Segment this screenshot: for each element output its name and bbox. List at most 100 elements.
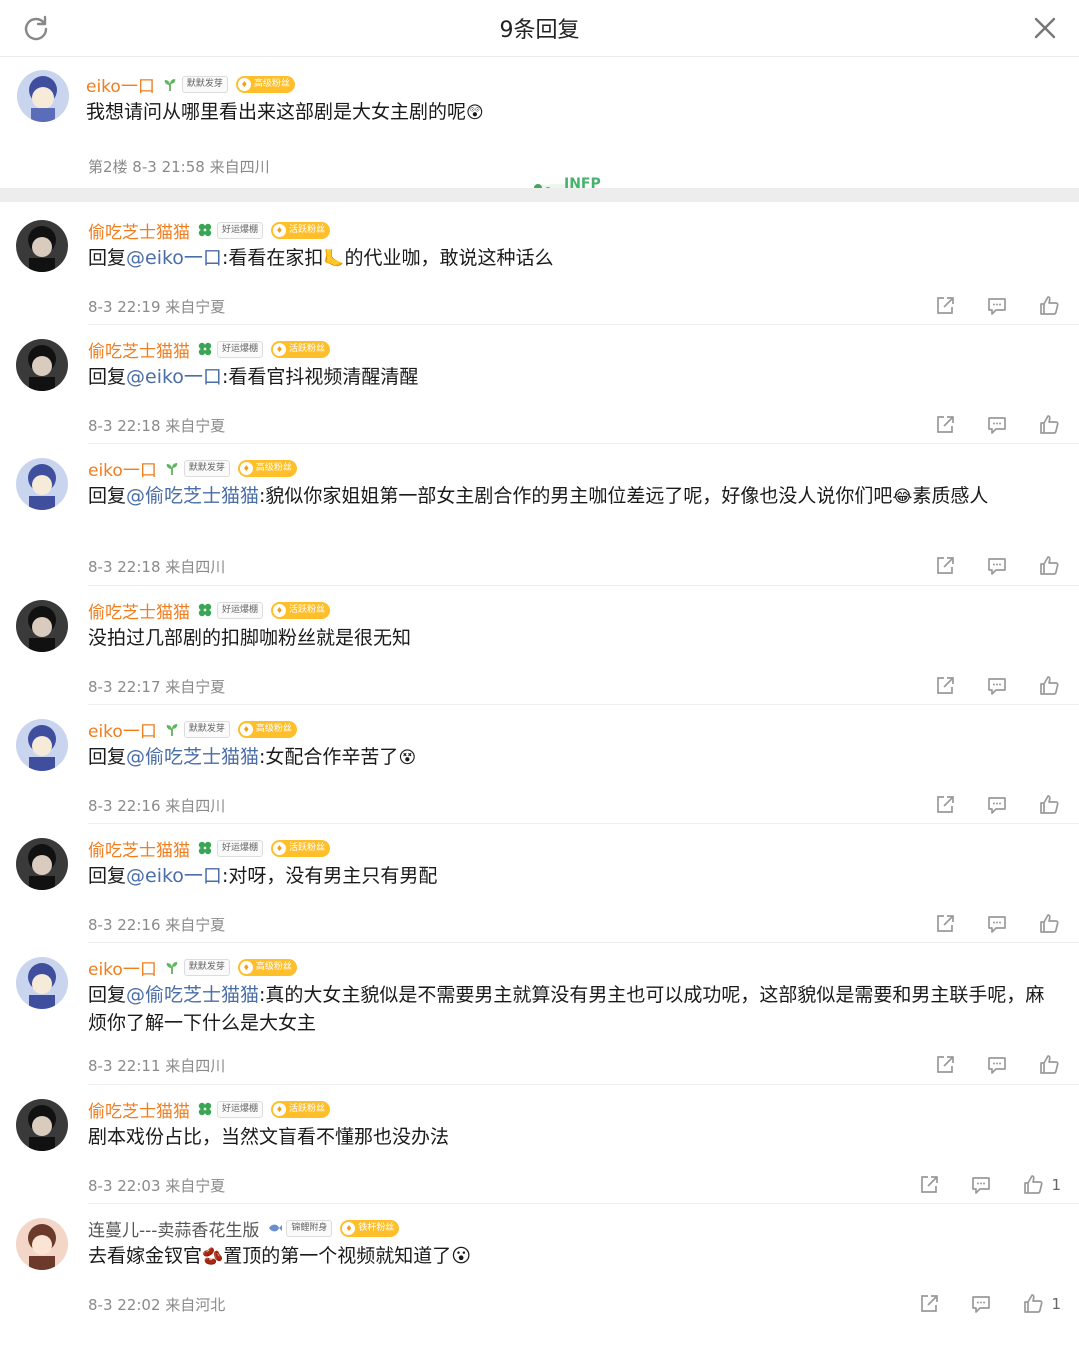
like-icon[interactable] bbox=[1037, 793, 1061, 817]
username[interactable]: 偷吃芝士猫猫 bbox=[88, 598, 190, 623]
fan-level-label: 活跃粉丝 bbox=[289, 604, 326, 615]
comment-icon[interactable] bbox=[985, 793, 1009, 817]
comment-meta: 8-3 22:16 来自宁夏 bbox=[88, 916, 226, 934]
mention-link[interactable]: @偷吃芝士猫猫 bbox=[126, 984, 259, 1006]
header-bar: 9条回复 bbox=[0, 0, 1079, 57]
avatar[interactable] bbox=[16, 1218, 68, 1270]
reply-prefix: 回复 bbox=[88, 366, 127, 388]
comment-actions bbox=[905, 674, 1061, 698]
close-icon[interactable] bbox=[1031, 14, 1059, 42]
comment-icon[interactable] bbox=[985, 674, 1009, 698]
comment-actions bbox=[905, 413, 1061, 437]
comment-meta: 8-3 22:17 来自宁夏 bbox=[88, 678, 226, 696]
like-icon[interactable] bbox=[1037, 674, 1061, 698]
username[interactable]: 偷吃芝士猫猫 bbox=[88, 836, 190, 861]
mention-link[interactable]: @eiko一口 bbox=[126, 247, 222, 269]
comment-icon[interactable] bbox=[969, 1173, 993, 1197]
reply-item: 连蔓儿---卖蒜香花生版 锦鲤附身 ♦ 铁杆粉丝 去看嫁金钗官🫘置顶的第一个视频就知道了… bbox=[0, 1204, 1079, 1323]
comment-meta: 8-3 22:03 来自宁夏 bbox=[88, 1177, 226, 1195]
sprout-icon bbox=[166, 962, 178, 974]
username[interactable]: 偷吃芝士猫猫 bbox=[88, 337, 190, 362]
comment-icon[interactable] bbox=[985, 912, 1009, 936]
comment-actions bbox=[905, 912, 1061, 936]
fan-level-badge: ♦ 活跃粉丝 bbox=[271, 221, 331, 239]
comment-meta: 8-3 22:18 来自四川 bbox=[88, 558, 226, 576]
share-icon[interactable] bbox=[917, 1173, 941, 1197]
avatar[interactable] bbox=[16, 838, 68, 890]
share-icon[interactable] bbox=[933, 1053, 957, 1077]
comment-body: :貌似你家姐姐第一部女主剧合作的男主咖位差远了呢，好像也没人说你们吧 bbox=[259, 485, 893, 507]
mention-link[interactable]: @eiko一口 bbox=[126, 865, 222, 887]
fan-badge: 默默发芽 bbox=[183, 720, 230, 738]
reply-prefix: 回复 bbox=[88, 865, 127, 887]
comment-icon[interactable] bbox=[985, 294, 1009, 318]
fan-level-label: 活跃粉丝 bbox=[289, 343, 326, 354]
avatar[interactable] bbox=[16, 339, 68, 391]
fan-level-label: 高级粉丝 bbox=[255, 462, 292, 473]
mention-link[interactable]: @偷吃芝士猫猫 bbox=[126, 746, 259, 768]
like-icon[interactable] bbox=[1037, 294, 1061, 318]
comment-body: 我想请问从哪里看出来这部剧是大女主剧的呢 bbox=[86, 101, 467, 123]
fan-level-badge: ♦ 高级粉丝 bbox=[237, 459, 297, 477]
comment-icon[interactable] bbox=[985, 554, 1009, 578]
emoji: 🫘 bbox=[202, 1247, 224, 1267]
avatar[interactable] bbox=[16, 220, 68, 272]
comment-text: 回复@偷吃芝士猫猫:真的大女主貌似是不需要男主就算没有男主也可以成功呢，这部貌似… bbox=[88, 981, 1058, 1037]
comment-body-continued: 素质感人 bbox=[912, 485, 989, 507]
reply-item: eiko一口 默默发芽 ♦ 高级粉丝 回复@偷吃芝士猫猫:真的大女主貌似是不需要男主就算… bbox=[0, 943, 1079, 1085]
fan-badge: 好运爆棚 bbox=[217, 601, 264, 619]
username[interactable]: 偷吃芝士猫猫 bbox=[88, 1097, 190, 1122]
username[interactable]: 连蔓儿---卖蒜香花生版 bbox=[88, 1216, 259, 1241]
fan-level-icon: ♦ bbox=[273, 223, 287, 237]
share-icon[interactable] bbox=[933, 413, 957, 437]
avatar[interactable] bbox=[16, 719, 68, 771]
mention-link[interactable]: @eiko一口 bbox=[126, 366, 222, 388]
username[interactable]: eiko一口 bbox=[88, 717, 157, 742]
share-icon[interactable] bbox=[933, 294, 957, 318]
like-count: 1 bbox=[1051, 1176, 1061, 1194]
fan-badge: 好运爆棚 bbox=[217, 221, 264, 239]
username[interactable]: eiko一口 bbox=[88, 456, 157, 481]
like-icon[interactable] bbox=[1037, 1053, 1061, 1077]
like-icon[interactable] bbox=[1037, 912, 1061, 936]
avatar[interactable] bbox=[16, 458, 68, 510]
like-icon[interactable] bbox=[1021, 1292, 1045, 1316]
reply-item: eiko一口 默默发芽 ♦ 高级粉丝 回复@偷吃芝士猫猫:貌似你家姐姐第一部女主剧合作的… bbox=[0, 444, 1079, 586]
comment-meta: 8-3 22:16 来自四川 bbox=[88, 797, 226, 815]
comment-actions bbox=[905, 793, 1061, 817]
username[interactable]: 偷吃芝士猫猫 bbox=[88, 218, 190, 243]
fan-level-icon: ♦ bbox=[239, 960, 253, 974]
reply-item: 偷吃芝士猫猫 好运爆棚 ♦ 活跃粉丝 回复@eiko一口:对呀，没有男主只有男配 8-3 … bbox=[0, 824, 1079, 943]
share-icon[interactable] bbox=[933, 554, 957, 578]
username[interactable]: eiko一口 bbox=[86, 72, 155, 97]
avatar[interactable] bbox=[16, 1099, 68, 1151]
share-icon[interactable] bbox=[933, 912, 957, 936]
like-icon[interactable] bbox=[1037, 413, 1061, 437]
like-icon[interactable] bbox=[1021, 1173, 1045, 1197]
fan-level-icon: ♦ bbox=[273, 342, 287, 356]
share-icon[interactable] bbox=[933, 793, 957, 817]
comment-text: 去看嫁金钗官🫘置顶的第一个视频就知道了😮 bbox=[88, 1242, 1058, 1271]
fan-badge: 默默发芽 bbox=[183, 459, 230, 477]
share-icon[interactable] bbox=[917, 1292, 941, 1316]
avatar[interactable] bbox=[16, 600, 68, 652]
fan-level-label: 活跃粉丝 bbox=[289, 224, 326, 235]
reply-item: 偷吃芝士猫猫 好运爆棚 ♦ 活跃粉丝 剧本戏份占比，当然文盲看不懂那也没办法 8-3 22… bbox=[0, 1085, 1079, 1204]
fan-level-label: 高级粉丝 bbox=[255, 723, 292, 734]
comment-icon[interactable] bbox=[985, 413, 1009, 437]
comment-icon[interactable] bbox=[969, 1292, 993, 1316]
clover-icon bbox=[198, 603, 212, 617]
fan-badge: 锦鲤附身 bbox=[286, 1219, 333, 1237]
comment-body: 没拍过几部剧的扣脚咖粉丝就是很无知 bbox=[88, 627, 412, 649]
username[interactable]: eiko一口 bbox=[88, 955, 157, 980]
avatar[interactable] bbox=[17, 70, 69, 122]
mention-link[interactable]: @偷吃芝士猫猫 bbox=[126, 485, 259, 507]
comment-actions bbox=[905, 1053, 1061, 1077]
avatar[interactable] bbox=[16, 957, 68, 1009]
clover-icon bbox=[198, 342, 212, 356]
fan-level-badge: ♦ 高级粉丝 bbox=[235, 75, 295, 93]
like-icon[interactable] bbox=[1037, 554, 1061, 578]
comment-icon[interactable] bbox=[985, 1053, 1009, 1077]
comment-text: 剧本戏份占比，当然文盲看不懂那也没办法 bbox=[88, 1123, 1058, 1151]
share-icon[interactable] bbox=[933, 674, 957, 698]
